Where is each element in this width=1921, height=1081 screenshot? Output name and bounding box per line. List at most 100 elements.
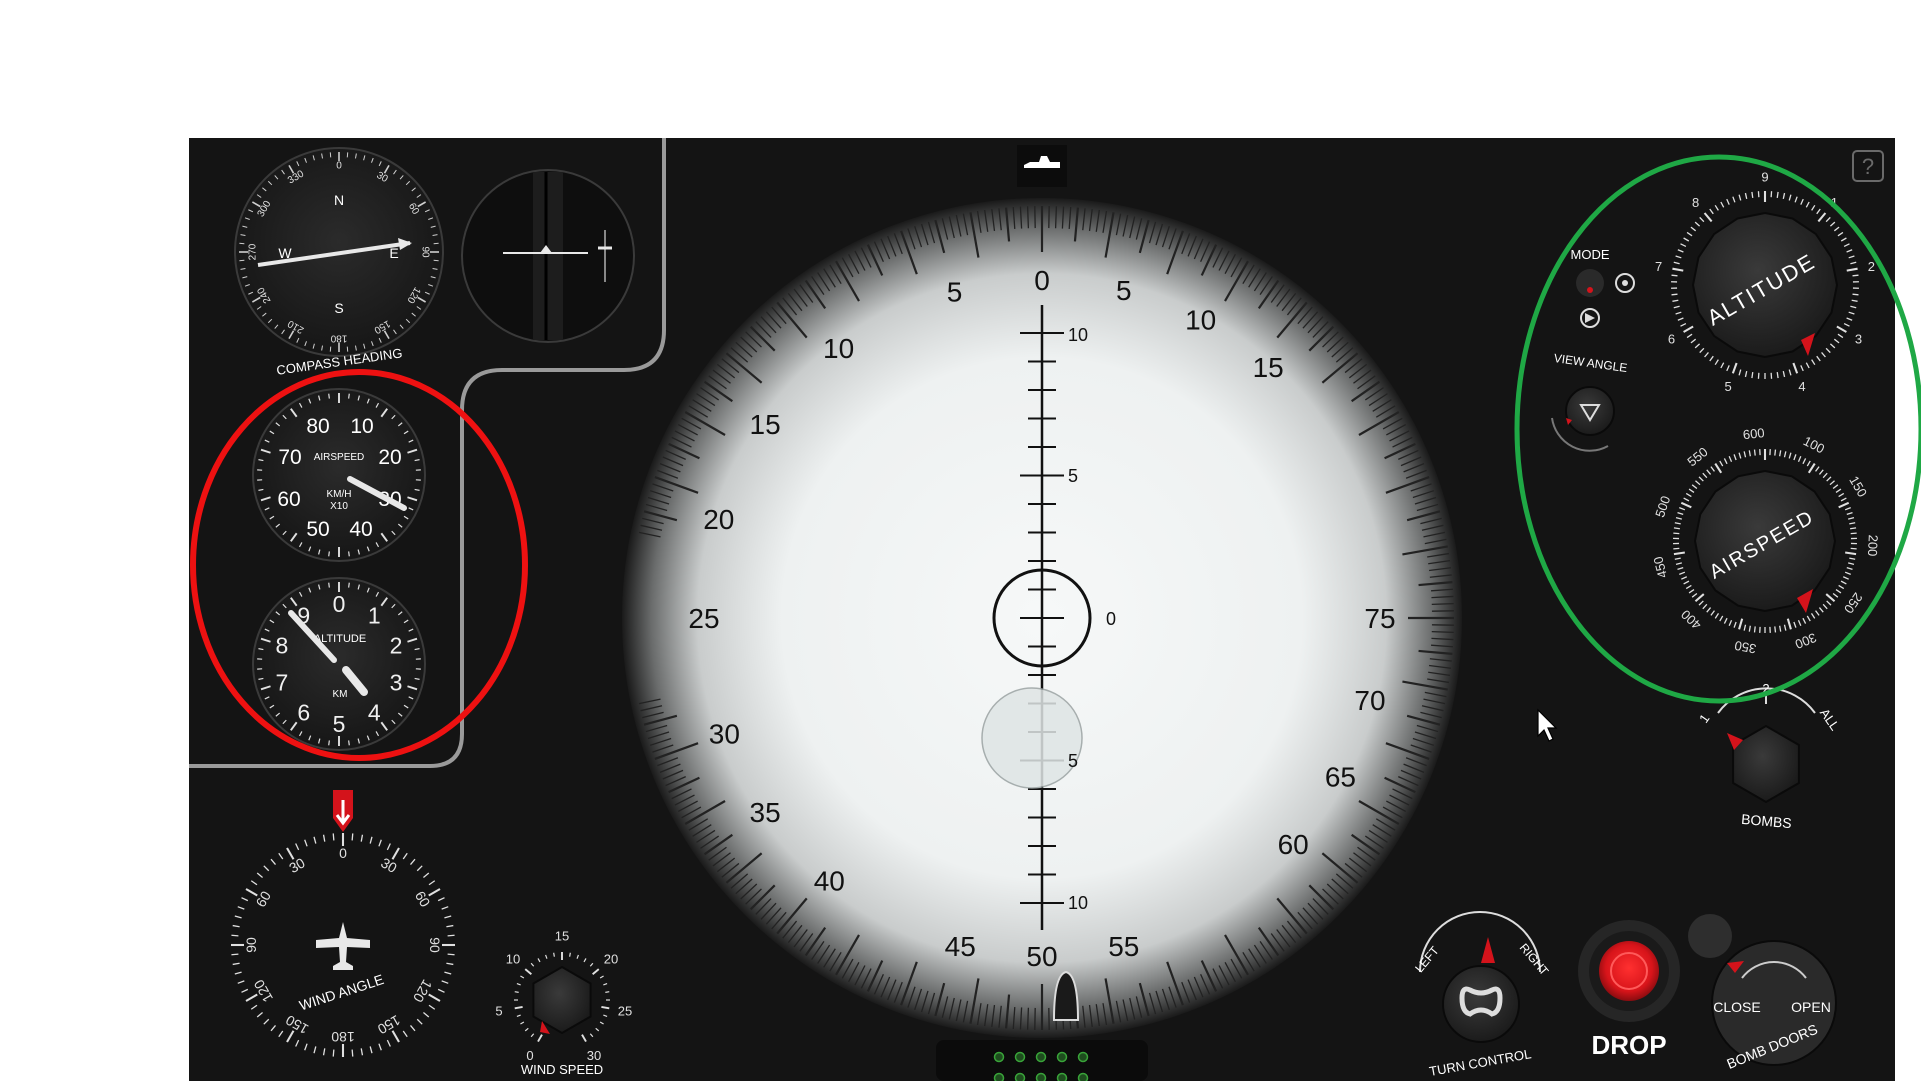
scale-tick [328,551,330,557]
scale-tick [348,393,350,399]
altitude-gauge: 0 123456789 ALTITUDE KM [252,577,426,751]
view-angle-knob[interactable] [1565,386,1615,436]
indicator-light [1035,1051,1047,1063]
reticle-number-5-top: 5 [1068,466,1078,486]
reticle-number-10-bottom: 10 [1068,893,1088,913]
scale-tick [514,991,519,993]
indicator-light [1014,1072,1026,1081]
wind-speed-label: WIND SPEED [521,1062,603,1077]
scale-tick [348,582,350,588]
altitude-number-5: 5 [333,711,346,737]
airspeed-gauge: 80 10 70 20 60 30 50 40 AIRSPEED KM/H X1… [252,388,426,562]
reticle-number-0: 0 [1106,609,1116,629]
sight-number-16: 15 [1253,352,1284,383]
compass-number-9: 270 [248,243,259,260]
wind-angle-number-6: 180 [331,1029,355,1045]
sight-number-17: 10 [1185,305,1216,336]
scale-tick [348,551,350,557]
attitude-indicator [461,169,635,343]
sight-number-7: 35 [750,797,781,828]
altitude-knob-number-2: 2 [1868,259,1875,274]
scale-tick [1852,293,1859,296]
sight-number-4: 20 [703,504,734,535]
scale-tick [1774,449,1777,456]
altitude-knob-number-7: 7 [1655,259,1662,274]
altitude-number-3: 3 [390,670,403,696]
sight-number-11: 55 [1108,931,1139,962]
indicator-light [1077,1072,1089,1081]
scale-tick [1776,191,1779,198]
scale-tick [514,1006,523,1010]
compass-north: N [334,192,344,208]
sight-number-8: 40 [814,866,845,897]
turn-control-knob[interactable] [1442,965,1520,1043]
bombsight-lens: 0 5101575706560555045403530252015105 10 5… [622,198,1462,1038]
altitude-knob-number-6: 6 [1668,332,1675,347]
scale-tick [447,934,455,937]
indicator-lights [936,1040,1148,1081]
scale-tick [231,953,239,956]
wind-speed-number-0: 0 [526,1048,533,1063]
altitude-number-6: 6 [297,700,310,726]
scale-tick [328,582,330,588]
indicator-light [1056,1051,1068,1063]
question-icon: ? [1862,154,1874,179]
compass-number-6: 180 [330,333,347,344]
sight-tick [1026,206,1030,229]
scale-tick [1850,532,1857,535]
target-bubble [981,687,1083,789]
scale-tick [1852,274,1859,277]
wind-angle-number-9: 90 [243,937,259,953]
bomb-doors-indicator [1688,914,1732,958]
altitude-number-0: 0 [333,591,346,617]
scale-tick [1850,527,1857,530]
altitude-knob-number-8: 8 [1692,195,1699,210]
altitude-number-1: 1 [368,603,381,629]
scale-tick [1751,372,1754,379]
indicator-light [1077,1051,1089,1063]
sight-number-18: 5 [1116,275,1132,306]
scale-tick [1671,274,1678,277]
airspeed-number-40: 40 [349,518,372,541]
scale-tick [1776,372,1779,379]
sight-number-13: 65 [1325,762,1356,793]
indicator-light [1014,1051,1026,1063]
scale-tick [1753,449,1756,456]
sight-tick [1026,1007,1030,1030]
wind-angle-number-3: 90 [427,937,443,953]
scale-tick [332,1049,335,1057]
airspeed-number-10: 10 [350,415,373,438]
compass-number-0: 0 [336,161,342,172]
scale-tick [348,740,350,746]
bomb-doors-open[interactable]: OPEN [1791,999,1831,1015]
wind-speed-number-4: 20 [604,951,618,966]
airspeed-number-20: 20 [378,446,401,469]
drop-button[interactable]: DROP [1578,920,1680,1060]
scale-tick [1751,191,1754,198]
altitude-knob-number-5: 5 [1724,379,1731,394]
sight-tick [1054,206,1058,229]
altitude-number-8: 8 [276,633,289,659]
compass-south: S [334,300,343,316]
wind-speed-number-6: 30 [587,1048,601,1063]
wind-speed-number-1: 5 [495,1004,502,1019]
view-toggle-button[interactable] [1017,145,1067,187]
reticle-number-5-bottom: 5 [1068,751,1078,771]
wind-speed-number-5: 25 [618,1004,632,1019]
airspeed-number-60: 60 [277,488,300,511]
sight-number-2: 10 [823,333,854,364]
scale-tick [1671,293,1678,296]
scale-tick [351,1049,354,1057]
altitude-number-2: 2 [390,633,403,659]
wind-speed-number-3: 15 [555,929,569,944]
altitude-knob-number-3: 3 [1855,332,1862,347]
altitude-number-7: 7 [276,670,289,696]
scale-tick [1850,547,1857,550]
indicator-light [1035,1072,1047,1081]
sight-number-5: 25 [688,603,719,634]
sight-number-1: 5 [947,277,963,308]
sight-number-0: 0 [1034,265,1050,296]
bomb-doors-close[interactable]: CLOSE [1713,999,1760,1015]
sight-number-14: 70 [1354,685,1385,716]
scale-tick [328,740,330,746]
